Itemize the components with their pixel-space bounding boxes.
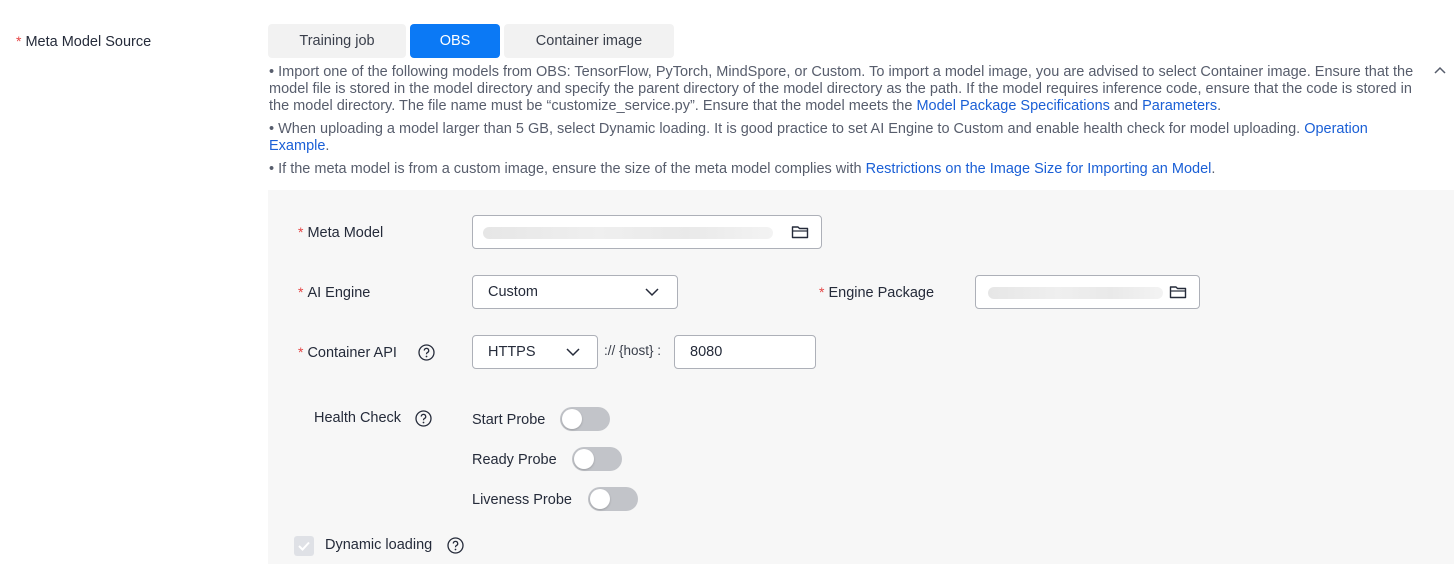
health-check-label: Health Check	[314, 410, 402, 426]
liveness-probe-toggle[interactable]	[588, 487, 638, 511]
liveness-probe-label: Liveness Probe	[472, 492, 572, 508]
meta-model-label: * Meta Model	[298, 224, 384, 241]
start-probe-label: Start Probe	[472, 412, 546, 428]
tab-obs[interactable]: OBS	[410, 24, 500, 58]
dynamic-loading-checkbox[interactable]	[294, 536, 314, 556]
check-icon	[298, 541, 310, 551]
tab-training-job[interactable]: Training job	[268, 24, 406, 58]
help-icon[interactable]	[447, 537, 464, 554]
meta-model-source-label: * Meta Model Source	[16, 33, 152, 50]
chevron-down-icon	[645, 288, 659, 297]
link-parameters[interactable]: Parameters	[1142, 98, 1217, 114]
import-notes: • Import one of the following models fro…	[269, 64, 1421, 184]
required-star: *	[16, 33, 22, 49]
help-icon[interactable]	[418, 344, 435, 361]
note-dynamic-loading: • When uploading a model larger than 5 G…	[269, 121, 1368, 154]
required-star: *	[298, 344, 304, 360]
dynamic-loading-label: Dynamic loading	[325, 537, 433, 553]
help-icon[interactable]	[415, 410, 432, 427]
chevron-up-icon[interactable]	[1433, 64, 1447, 78]
link-image-size-restrictions[interactable]: Restrictions on the Image Size for Impor…	[866, 161, 1212, 177]
obscured-path	[988, 287, 1163, 299]
obscured-path	[483, 227, 773, 239]
ai-engine-select[interactable]: Custom	[472, 275, 678, 309]
required-star: *	[298, 284, 304, 300]
engine-package-label: * Engine Package	[819, 284, 935, 301]
obs-config-panel	[268, 190, 1454, 564]
required-star: *	[819, 284, 825, 300]
engine-package-path-field[interactable]	[975, 275, 1200, 309]
meta-model-path-field[interactable]	[472, 215, 822, 249]
start-probe-toggle[interactable]	[560, 407, 610, 431]
container-api-label: * Container API	[298, 344, 397, 361]
folder-icon[interactable]	[791, 224, 809, 240]
protocol-select[interactable]: HTTPS	[472, 335, 598, 369]
note-image-size: • If the meta model is from a custom ima…	[269, 161, 1216, 177]
source-tabs: Training job OBS Container image	[268, 24, 674, 58]
host-separator: :// {host} :	[604, 343, 662, 358]
required-star: *	[298, 224, 304, 240]
ai-engine-label: * AI Engine	[298, 284, 371, 301]
chevron-down-icon	[566, 348, 580, 357]
link-model-package-specifications[interactable]: Model Package Specifications	[916, 98, 1109, 114]
folder-icon[interactable]	[1169, 284, 1187, 300]
tab-container-image[interactable]: Container image	[504, 24, 674, 58]
note-obs-import: • Import one of the following models fro…	[269, 64, 1414, 114]
port-input[interactable]: 8080	[674, 335, 816, 369]
ready-probe-toggle[interactable]	[572, 447, 622, 471]
ready-probe-label: Ready Probe	[472, 452, 557, 468]
